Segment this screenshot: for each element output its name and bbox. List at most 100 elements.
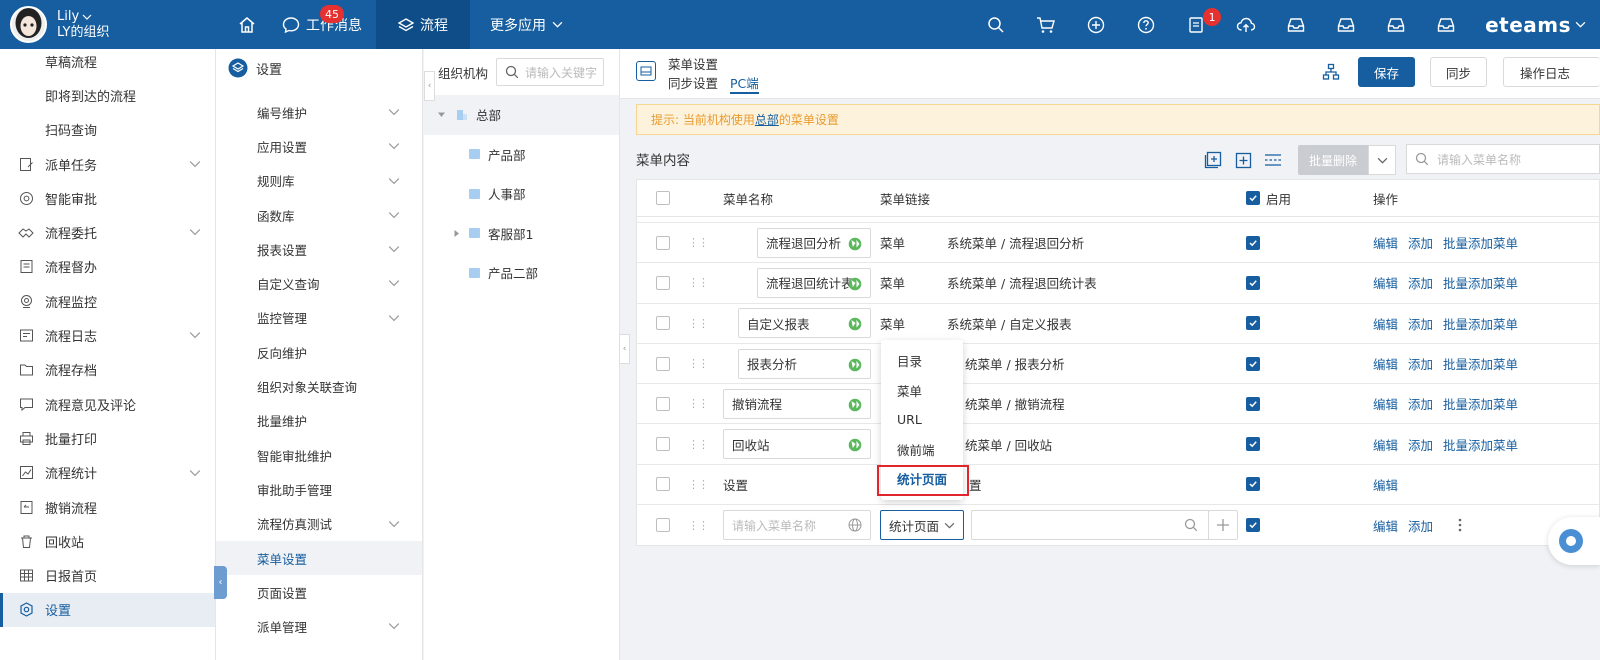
new-menu-name-input[interactable]: 请输入菜单名称 [723, 510, 871, 541]
sidebar-item-log[interactable]: 流程日志 [0, 318, 215, 352]
sidebar-item-scan-query[interactable]: 扫码查询 [0, 113, 215, 147]
sidebar-collapse-toggle[interactable]: ‹ [214, 566, 227, 599]
settings-item-custom-query[interactable]: 自定义查询 [216, 266, 422, 300]
dropdown-option-url[interactable]: URL [881, 405, 963, 435]
settings-item-app[interactable]: 应用设置 [216, 129, 422, 163]
org-panel-collapse-left[interactable]: ‹ [424, 71, 435, 101]
row-checkbox[interactable] [656, 396, 670, 411]
tree-node-hr[interactable]: 人事部 [424, 174, 619, 214]
settings-item-rules[interactable]: 规则库 [216, 164, 422, 198]
menu-name-field[interactable]: 流程退回分析 [757, 227, 871, 258]
edit-link[interactable]: 编辑 [1373, 435, 1398, 454]
drag-handle[interactable]: ⋮⋮ [688, 223, 709, 262]
sidebar-item-delegate[interactable]: 流程委托 [0, 215, 215, 249]
drag-handle[interactable]: ⋮⋮ [688, 424, 709, 463]
sidebar-item-daily-report[interactable]: 日报首页 [0, 558, 215, 592]
bulk-add-link[interactable]: 批量添加菜单 [1443, 233, 1518, 252]
inbox-button-4[interactable] [1421, 0, 1471, 49]
sidebar-item-settings[interactable]: 设置 [0, 592, 215, 628]
sidebar-item-statistics[interactable]: 流程统计 [0, 456, 215, 490]
cart-button[interactable] [1021, 0, 1071, 49]
globe-icon[interactable] [848, 438, 862, 452]
row-checkbox[interactable] [656, 477, 670, 492]
tab-pc[interactable]: PC端 [730, 76, 759, 94]
floating-helper-button[interactable] [1548, 517, 1600, 565]
sidebar-item-supervise[interactable]: 流程督办 [0, 250, 215, 284]
edit-link[interactable]: 编辑 [1373, 354, 1398, 373]
enabled-checkbox[interactable] [1246, 275, 1260, 290]
settings-item-functions[interactable]: 函数库 [216, 198, 422, 232]
bulk-add-link[interactable]: 批量添加菜单 [1443, 394, 1518, 413]
edit-link[interactable]: 编辑 [1373, 273, 1398, 292]
dropdown-option-micro-frontend[interactable]: 微前端 [881, 435, 963, 465]
edit-link[interactable]: 编辑 [1373, 314, 1398, 333]
enable-all-checkbox[interactable] [1246, 191, 1260, 205]
sidebar-item-archive[interactable]: 流程存档 [0, 353, 215, 387]
operation-log-button[interactable]: 操作日志 [1503, 57, 1600, 87]
bulk-add-link[interactable]: 批量添加菜单 [1443, 435, 1518, 454]
brand-logo[interactable]: eteams [1485, 13, 1586, 37]
add-button[interactable] [1071, 0, 1121, 49]
drag-handle[interactable]: ⋮⋮ [688, 465, 709, 504]
dropdown-option-directory[interactable]: 目录 [881, 346, 963, 376]
avatar[interactable] [10, 6, 47, 43]
enabled-checkbox[interactable] [1246, 396, 1260, 411]
globe-icon[interactable] [848, 518, 862, 532]
cloud-upload-button[interactable] [1221, 0, 1271, 49]
menu-link-input[interactable] [971, 510, 1209, 541]
tree-node-product[interactable]: 产品部 [424, 135, 619, 175]
sync-settings-link[interactable]: 同步设置 [668, 76, 718, 91]
add-item-button[interactable] [1232, 149, 1254, 171]
add-child-button[interactable] [1202, 149, 1224, 171]
bulk-delete-dropdown[interactable] [1368, 145, 1396, 175]
help-button[interactable] [1121, 0, 1171, 49]
inbox-button-1[interactable] [1271, 0, 1321, 49]
enabled-checkbox[interactable] [1246, 437, 1260, 452]
globe-icon[interactable] [848, 237, 862, 251]
settings-item-batch[interactable]: 批量维护 [216, 404, 422, 438]
enabled-checkbox[interactable] [1246, 518, 1260, 533]
add-link[interactable]: 添加 [1408, 233, 1433, 252]
sidebar-item-dispatch[interactable]: 派单任务 [0, 147, 215, 181]
org-chart-button[interactable] [1322, 63, 1340, 85]
nav-messages[interactable]: 45 工作消息 [268, 0, 376, 49]
settings-item-org-relation[interactable]: 组织对象关联查询 [216, 369, 422, 403]
settings-item-simulation[interactable]: 流程仿真测试 [216, 507, 422, 541]
settings-item-smart-approval[interactable]: 智能审批维护 [216, 438, 422, 472]
inbox-button-2[interactable] [1321, 0, 1371, 49]
dropdown-option-menu[interactable]: 菜单 [881, 376, 963, 406]
sidebar-item-recycle-bin[interactable]: 回收站 [0, 524, 215, 558]
settings-item-reverse[interactable]: 反向维护 [216, 335, 422, 369]
settings-item-menu[interactable]: 菜单设置 [216, 540, 422, 576]
nav-workflow[interactable]: 流程 [376, 0, 470, 49]
enabled-checkbox[interactable] [1246, 316, 1260, 331]
tree-node-product2[interactable]: 产品二部 [424, 253, 619, 293]
drag-handle[interactable]: ⋮⋮ [688, 384, 709, 423]
nav-more-apps[interactable]: 更多应用 [470, 0, 583, 49]
settings-item-reports[interactable]: 报表设置 [216, 232, 422, 266]
search-button[interactable] [971, 0, 1021, 49]
menu-name-field[interactable]: 回收站 [723, 429, 871, 460]
menu-name-field[interactable]: 撤销流程 [723, 388, 871, 419]
settings-item-page[interactable]: 页面设置 [216, 575, 422, 609]
todo-button[interactable]: 1 [1171, 0, 1222, 49]
add-link[interactable]: 添加 [1408, 314, 1433, 333]
bulk-delete-button[interactable]: 批量删除 [1298, 145, 1368, 175]
settings-item-assistant[interactable]: 审批助手管理 [216, 472, 422, 506]
add-link[interactable]: 添加 [1408, 273, 1433, 292]
bulk-add-link[interactable]: 批量添加菜单 [1443, 354, 1518, 373]
select-all-checkbox[interactable] [656, 191, 670, 205]
edit-link[interactable]: 编辑 [1373, 394, 1398, 413]
settings-item-numbering[interactable]: 编号维护 [216, 95, 422, 129]
search-icon[interactable] [1184, 518, 1198, 532]
notice-org-link[interactable]: 总部 [755, 111, 779, 128]
globe-icon[interactable] [848, 358, 862, 372]
menu-type-select[interactable]: 统计页面 [880, 510, 964, 541]
sidebar-item-monitor[interactable]: 流程监控 [0, 284, 215, 318]
sidebar-item-smart-approval[interactable]: 智能审批 [0, 181, 215, 215]
menu-name-field[interactable]: 自定义报表 [738, 308, 871, 339]
globe-icon[interactable] [848, 398, 862, 412]
add-link[interactable]: 添加 [1408, 435, 1433, 454]
row-checkbox[interactable] [656, 275, 670, 290]
row-checkbox[interactable] [656, 518, 670, 533]
